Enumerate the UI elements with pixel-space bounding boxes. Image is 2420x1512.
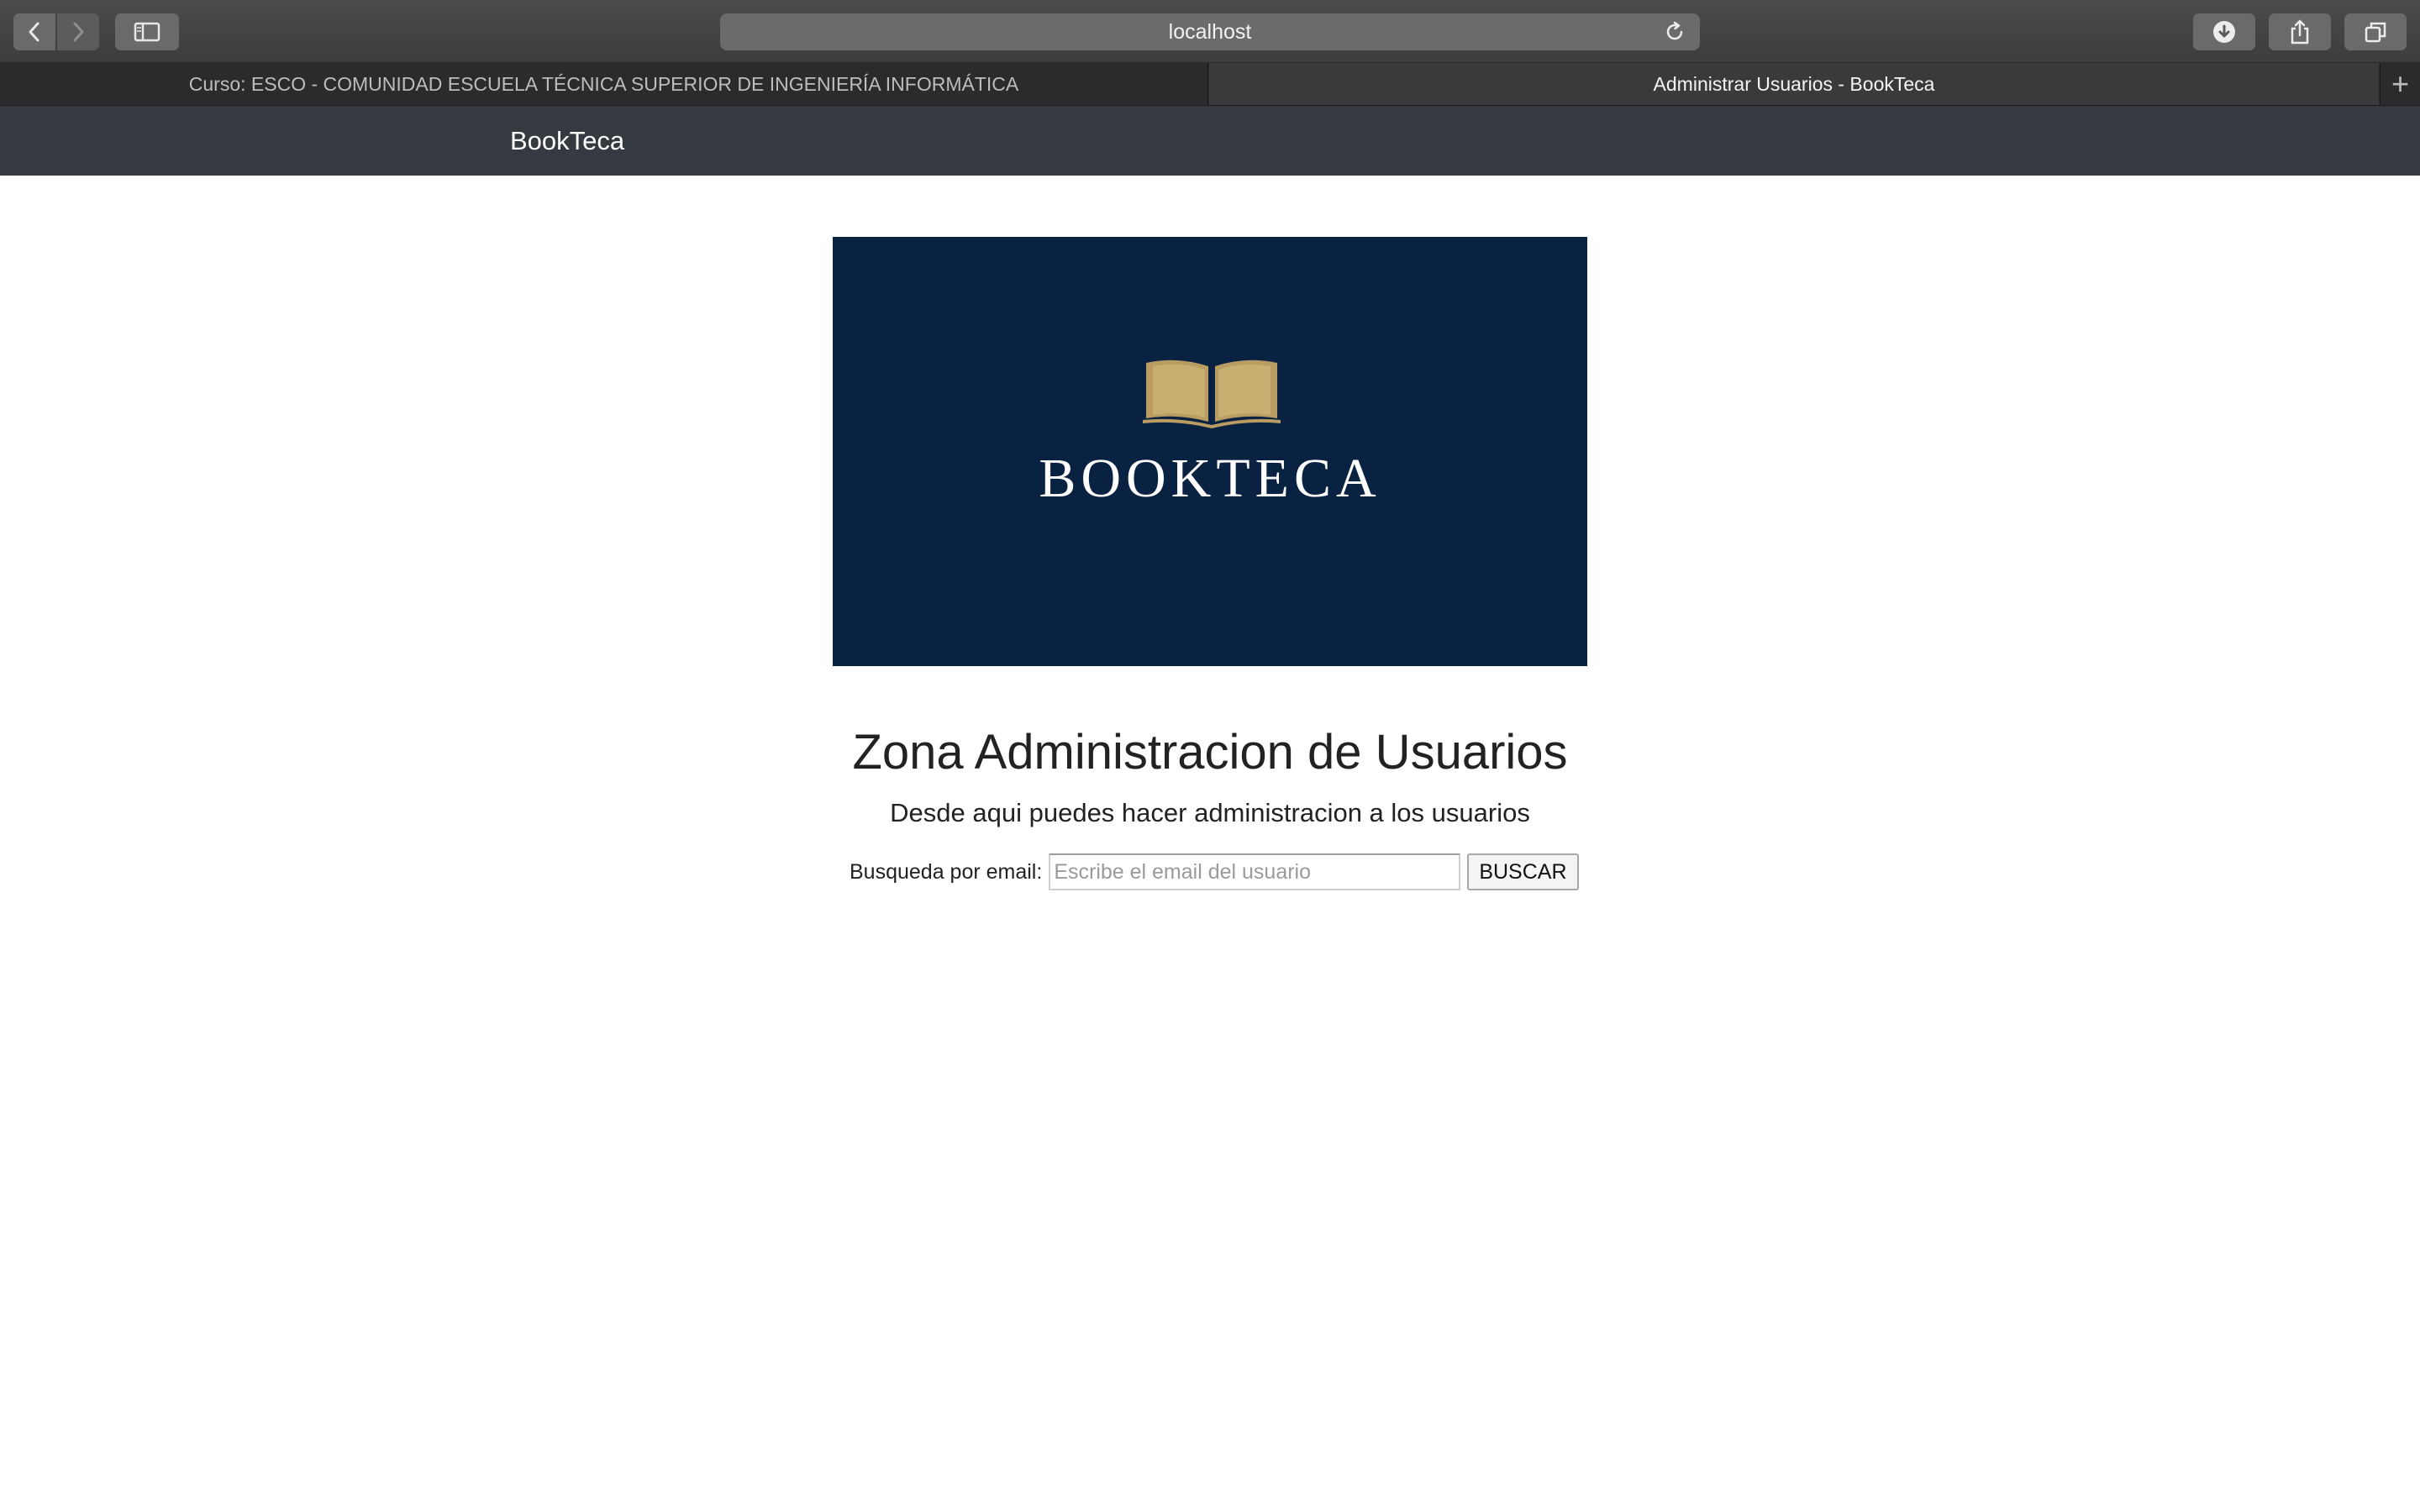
page-subtitle: Desde aqui puedes hacer administracion a… — [890, 798, 1530, 827]
open-book-icon — [1143, 360, 1281, 428]
share-icon — [2291, 19, 2309, 45]
banner-logo-text: BOOKTECA — [1039, 448, 1381, 509]
new-tab-button[interactable]: + — [2380, 63, 2420, 105]
tab-curso-esco[interactable]: Curso: ESCO - COMUNIDAD ESCUELA TÉCNICA … — [0, 63, 1208, 105]
address-bar[interactable]: localhost — [720, 13, 1700, 50]
page-title: Zona Administracion de Usuarios — [852, 725, 1568, 780]
chevron-right-icon — [73, 22, 84, 42]
navbar-brand[interactable]: BookTeca — [510, 106, 624, 176]
downloads-button[interactable] — [2193, 13, 2255, 50]
search-button[interactable]: BUSCAR — [1467, 853, 1579, 890]
url-text: localhost — [1168, 19, 1252, 44]
tab-label: Administrar Usuarios - BookTeca — [1653, 72, 1935, 95]
search-label: Busqueda por email: — [850, 859, 1043, 884]
tab-administrar-usuarios[interactable]: Administrar Usuarios - BookTeca — [1209, 63, 2379, 105]
share-button[interactable] — [2269, 13, 2331, 50]
forward-button[interactable] — [57, 13, 99, 50]
tab-label: Curso: ESCO - COMUNIDAD ESCUELA TÉCNICA … — [188, 72, 1019, 95]
download-icon — [2213, 21, 2235, 43]
tab-strip: Curso: ESCO - COMUNIDAD ESCUELA TÉCNICA … — [0, 63, 2420, 106]
plus-icon: + — [2391, 66, 2410, 101]
email-search-input[interactable] — [1049, 853, 1461, 890]
sidebar-toggle-button[interactable] — [115, 13, 179, 50]
bookteca-banner: BOOKTECA — [833, 237, 1587, 666]
browser-toolbar: localhost — [0, 0, 2420, 63]
email-search-form: Busqueda por email: BUSCAR — [850, 852, 1579, 892]
reload-icon[interactable] — [1663, 20, 1686, 44]
back-button[interactable] — [13, 13, 55, 50]
tabs-overview-icon — [2365, 22, 2386, 43]
site-navbar: BookTeca — [0, 106, 2420, 176]
tab-overview-button[interactable] — [2344, 13, 2407, 50]
chevron-left-icon — [29, 22, 39, 42]
sidebar-icon — [134, 22, 160, 42]
